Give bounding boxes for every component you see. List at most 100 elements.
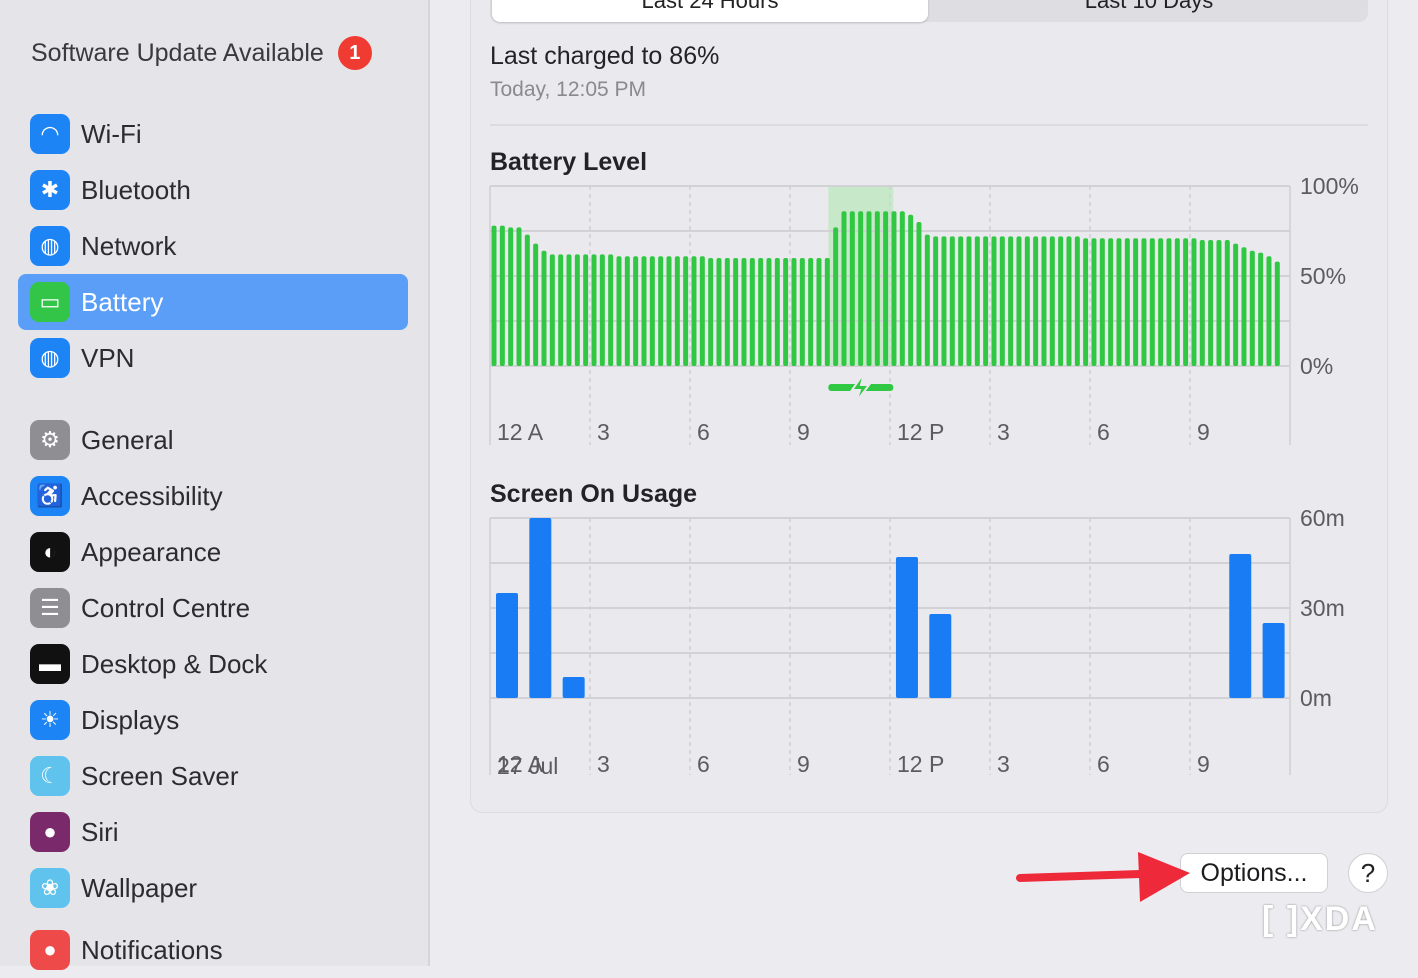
battery-bar	[1174, 238, 1180, 366]
battery-bar	[883, 211, 889, 366]
y-tick-label: 100%	[1300, 173, 1359, 199]
battery-bar	[916, 222, 922, 366]
battery-bar	[708, 258, 714, 366]
battery-bar	[1216, 240, 1222, 366]
battery-bar	[816, 258, 822, 366]
battery-bar	[1166, 238, 1172, 366]
battery-bar	[858, 211, 864, 366]
battery-bar	[574, 254, 580, 366]
battery-bar	[633, 256, 639, 366]
usage-bar	[496, 593, 518, 698]
battery-bar	[524, 234, 530, 366]
x-tick-label: 9	[1197, 751, 1210, 777]
date-label: 27 Jul	[497, 753, 558, 779]
battery-bar	[658, 256, 664, 366]
battery-bar	[583, 254, 589, 366]
battery-bar	[941, 236, 947, 366]
battery-bar	[966, 236, 972, 366]
battery-bar	[683, 256, 689, 366]
charts: 12 A 3 6 9 12 P 3 6 9100%50%0%12 A 3 6 9 12 P 3 6 960m…	[489, 173, 1359, 779]
battery-bar	[1074, 236, 1080, 366]
battery-bar	[1099, 238, 1105, 366]
y-tick-label: 60m	[1300, 505, 1345, 531]
battery-bar	[508, 227, 514, 366]
battery-bar	[608, 254, 614, 366]
y-tick-label: 30m	[1300, 595, 1345, 621]
battery-bar	[983, 236, 989, 366]
x-tick-label: 12 P	[897, 751, 944, 777]
battery-bar	[1066, 236, 1072, 366]
battery-bar	[924, 234, 930, 366]
battery-bar	[674, 256, 680, 366]
battery-bar	[541, 250, 547, 366]
battery-bar	[724, 258, 730, 366]
battery-bar	[1024, 236, 1030, 366]
battery-bar	[1224, 240, 1230, 366]
battery-bar	[758, 258, 764, 366]
x-tick-label: 6	[697, 751, 710, 777]
options-button[interactable]: Options...	[1180, 853, 1328, 893]
battery-bar	[958, 236, 964, 366]
y-tick-label: 0m	[1300, 685, 1332, 711]
battery-bar	[641, 256, 647, 366]
battery-bar	[833, 227, 839, 366]
usage-bar	[1229, 554, 1252, 698]
battery-bar	[1058, 236, 1064, 366]
battery-bar	[933, 236, 939, 366]
battery-bar	[1274, 261, 1280, 366]
battery-bar	[999, 236, 1005, 366]
battery-bar	[824, 258, 830, 366]
battery-bar	[1016, 236, 1022, 366]
battery-bar	[649, 256, 655, 366]
x-tick-label: 3	[597, 751, 610, 777]
battery-bar	[624, 256, 630, 366]
battery-bar	[1199, 240, 1205, 366]
battery-bar	[1183, 238, 1189, 366]
battery-bar	[949, 236, 955, 366]
battery-bar	[591, 254, 597, 366]
battery-bar	[1141, 238, 1147, 366]
battery-bar	[1233, 243, 1239, 366]
battery-bar	[616, 256, 622, 366]
x-tick-label: 12 P	[897, 419, 944, 445]
x-tick-label: 12 A	[497, 419, 544, 445]
battery-bar	[666, 256, 672, 366]
battery-bar	[749, 258, 755, 366]
battery-bar	[699, 256, 705, 366]
battery-bar	[741, 258, 747, 366]
battery-bar	[1158, 238, 1164, 366]
usage-bar	[529, 518, 552, 698]
usage-bar	[929, 614, 952, 698]
x-tick-label: 9	[1197, 419, 1210, 445]
help-button[interactable]: ?	[1348, 853, 1388, 893]
x-tick-label: 3	[597, 419, 610, 445]
battery-bar	[774, 258, 780, 366]
battery-bar	[874, 211, 880, 366]
usage-bar	[1262, 623, 1285, 698]
battery-bar	[974, 236, 980, 366]
charging-bolt-icon	[850, 372, 872, 403]
battery-bar	[1133, 238, 1139, 366]
battery-bar	[1091, 238, 1097, 366]
battery-bar	[1033, 236, 1039, 366]
battery-bar	[1049, 236, 1055, 366]
battery-bar	[791, 258, 797, 366]
usage-bar	[562, 677, 585, 698]
battery-bar	[549, 254, 555, 366]
battery-bar	[733, 258, 739, 366]
battery-bar	[1266, 256, 1272, 366]
battery-bar	[566, 254, 572, 366]
battery-bar	[716, 258, 722, 366]
battery-bar	[991, 236, 997, 366]
battery-bar	[766, 258, 772, 366]
xda-watermark: [ ]XDA	[1262, 900, 1378, 938]
x-tick-label: 3	[997, 419, 1010, 445]
x-tick-label: 3	[997, 751, 1010, 777]
battery-bar	[516, 227, 522, 366]
battery-bar	[1208, 240, 1214, 366]
battery-bar	[866, 211, 872, 366]
battery-bar	[558, 254, 564, 366]
x-tick-label: 9	[797, 419, 810, 445]
battery-bar	[1191, 238, 1197, 366]
battery-bar	[1108, 238, 1114, 366]
